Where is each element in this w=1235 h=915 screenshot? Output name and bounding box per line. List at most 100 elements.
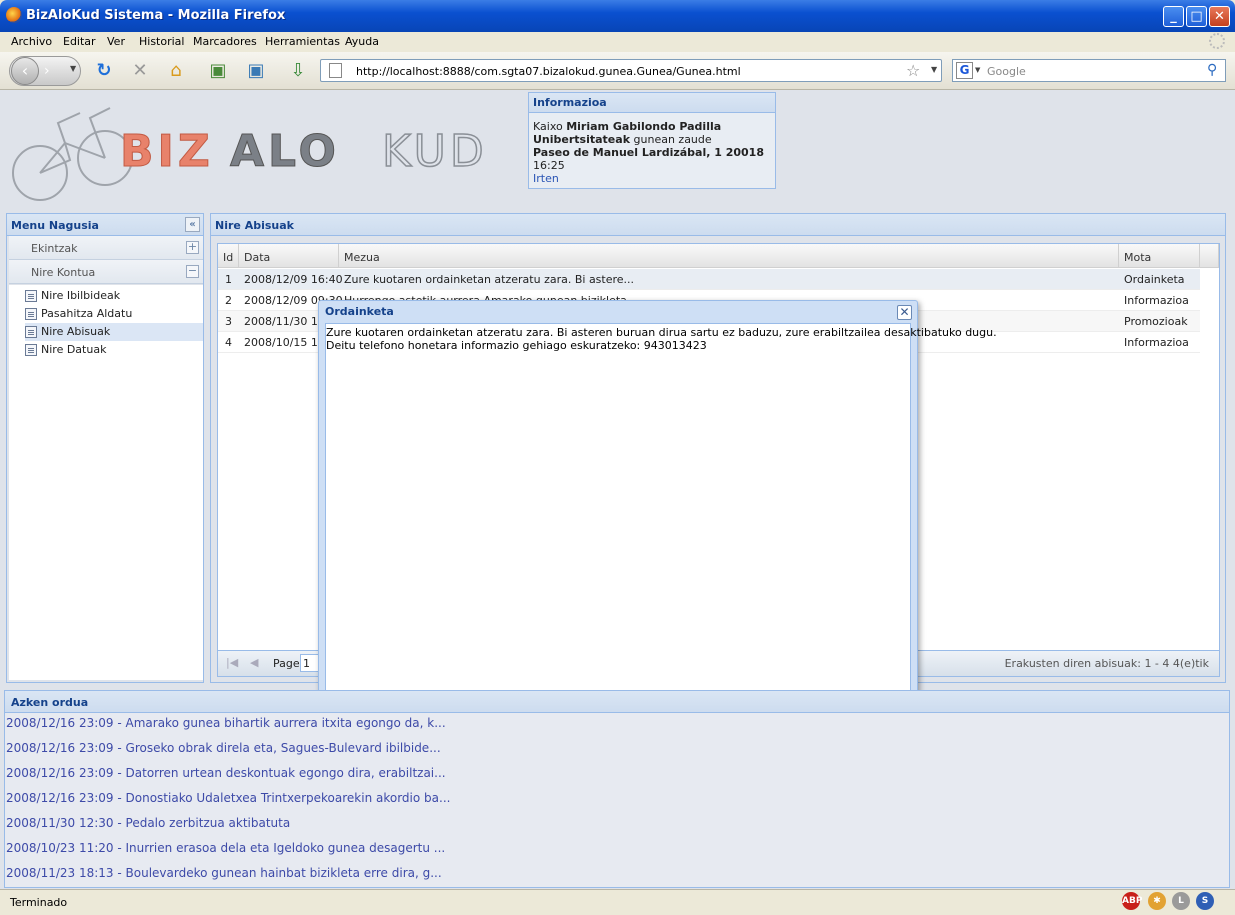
- menu-herramientas[interactable]: Herramientas: [265, 35, 340, 48]
- address-text: Paseo de Manuel Lardizábal, 1 20018: [533, 146, 764, 159]
- back-button[interactable]: ‹: [11, 57, 39, 85]
- url-bar[interactable]: http://localhost:8888/com.sgta07.bizalok…: [320, 59, 942, 82]
- expand-icon[interactable]: +: [186, 241, 199, 254]
- close-window-button[interactable]: ✕: [1209, 6, 1230, 27]
- greeting-prefix: Kaixo: [533, 120, 563, 133]
- logout-link[interactable]: Irten: [533, 172, 559, 185]
- cell-id: 3: [225, 315, 232, 328]
- sidebar-item-label: Nire Datuak: [41, 343, 107, 356]
- new-tab-icon[interactable]: ▣: [206, 59, 230, 83]
- news-item[interactable]: 2008/12/16 23:09 - Groseko obrak direla …: [6, 741, 441, 755]
- forward-button[interactable]: ›: [44, 63, 50, 79]
- window-titlebar[interactable]: BizAloKud Sistema - Mozilla Firefox _ □ …: [0, 0, 1235, 32]
- reload-icon[interactable]: ↻: [92, 59, 116, 83]
- stop-icon[interactable]: ✕: [128, 59, 152, 83]
- bookmark-star-icon[interactable]: ☆: [906, 61, 920, 80]
- dialog-body: Zure kuotaren ordainketan atzeratu zara.…: [325, 323, 997, 695]
- leaf-icon: [25, 344, 37, 356]
- svg-text:BIZ: BIZ: [120, 126, 214, 177]
- cell-id: 1: [225, 273, 232, 286]
- history-dropdown-icon[interactable]: ▼: [70, 64, 76, 73]
- google-engine-icon[interactable]: G: [956, 62, 973, 79]
- sidebar-item-nire-ibilbideak[interactable]: Nire Ibilbideak: [25, 287, 203, 305]
- menu-ver[interactable]: Ver: [107, 35, 125, 48]
- news-item[interactable]: 2008/12/16 23:09 - Amarako gunea biharti…: [6, 716, 446, 730]
- cell-date: 2008/12/09 16:40: [244, 273, 343, 286]
- new-window-icon[interactable]: ▣: [244, 59, 268, 83]
- accordion-nire-kontua[interactable]: Nire Kontua −: [9, 260, 203, 284]
- adblock-icon[interactable]: ABP: [1122, 892, 1142, 910]
- table-row[interactable]: 1 2008/12/09 16:40 Zure kuotaren ordaink…: [218, 269, 1200, 290]
- location-name: Unibertsitateak: [533, 133, 631, 146]
- news-panel-title: Azken ordua: [5, 691, 1229, 713]
- menu-bar: Archivo Editar Ver Historial Marcadores …: [0, 32, 1235, 52]
- accordion-nire-kontua-label: Nire Kontua: [31, 266, 96, 279]
- cell-type: Informazioa: [1124, 294, 1189, 307]
- home-icon[interactable]: ⌂: [164, 59, 188, 83]
- sidebar-item-pasahitza-aldatu[interactable]: Pasahitza Aldatu: [25, 305, 203, 323]
- collapse-panel-icon[interactable]: «: [185, 217, 200, 232]
- user-name: Miriam Gabilondo Padilla: [566, 120, 722, 133]
- news-item[interactable]: 2008/10/23 11:20 - Inurrien erasoa dela …: [6, 841, 445, 855]
- window-title: BizAloKud Sistema - Mozilla Firefox: [26, 8, 286, 23]
- search-input[interactable]: Google: [987, 65, 1026, 78]
- minimize-button[interactable]: _: [1163, 6, 1184, 27]
- menu-archivo[interactable]: Archivo: [11, 35, 52, 48]
- location-suffix: gunean zaude: [633, 133, 712, 146]
- dialog-close-icon[interactable]: ✕: [897, 305, 912, 320]
- bizalokud-logo: BIZ ALO KUD: [10, 98, 520, 206]
- news-item[interactable]: 2008/12/16 23:09 - Donostiako Udaletxea …: [6, 791, 450, 805]
- search-icon[interactable]: ⚲: [1207, 62, 1217, 78]
- throbber-icon: [1209, 33, 1225, 49]
- location-line: Unibertsitateak gunean zaude: [533, 133, 712, 146]
- sidebar-item-nire-abisuak[interactable]: Nire Abisuak: [25, 323, 203, 341]
- firebug-icon[interactable]: ✱: [1148, 892, 1166, 910]
- col-header-mezua[interactable]: Mezua: [339, 244, 1119, 268]
- menu-historial[interactable]: Historial: [139, 35, 184, 48]
- menu-ayuda[interactable]: Ayuda: [345, 35, 379, 48]
- url-dropdown-icon[interactable]: ▼: [931, 65, 937, 74]
- main-menu-title-text: Menu Nagusia: [11, 219, 99, 232]
- notices-panel-title: Nire Abisuak: [211, 214, 1225, 236]
- menu-marcadores[interactable]: Marcadores: [193, 35, 257, 48]
- svg-text:KUD: KUD: [382, 126, 488, 177]
- bicycle-logo-icon: BIZ ALO KUD: [12, 107, 488, 201]
- first-page-icon[interactable]: |◀: [226, 656, 238, 669]
- news-item[interactable]: 2008/12/16 23:09 - Datorren urtean desko…: [6, 766, 446, 780]
- dialog-title[interactable]: Ordainketa: [319, 301, 917, 323]
- cell-type: Promozioak: [1124, 315, 1188, 328]
- col-header-mota[interactable]: Mota: [1119, 244, 1200, 268]
- engine-dropdown-icon[interactable]: ▼: [975, 66, 980, 74]
- cell-message: Zure kuotaren ordainketan atzeratu zara.…: [344, 273, 635, 286]
- page-label: Page: [273, 657, 300, 670]
- time-text: 16:25: [533, 159, 565, 172]
- main-menu-title: Menu Nagusia «: [7, 214, 203, 236]
- cell-type: Informazioa: [1124, 336, 1189, 349]
- maximize-button[interactable]: □: [1186, 6, 1207, 27]
- greeting-line: Kaixo Miriam Gabilondo Padilla: [533, 120, 721, 133]
- sidebar-item-label: Nire Ibilbideak: [41, 289, 121, 302]
- accordion-ekintzak[interactable]: Ekintzak +: [9, 236, 203, 260]
- news-panel: Azken ordua 2008/12/16 23:09 - Amarako g…: [4, 690, 1230, 888]
- col-header-id[interactable]: Id: [218, 244, 239, 268]
- col-header-filler: [1200, 244, 1219, 268]
- info-panel-title: Informazioa: [529, 93, 775, 113]
- news-item[interactable]: 2008/11/23 18:13 - Boulevardeko gunean h…: [6, 866, 442, 880]
- col-header-data[interactable]: Data: [239, 244, 339, 268]
- prev-page-icon[interactable]: ◀: [250, 656, 258, 669]
- svg-text:ALO: ALO: [230, 126, 340, 177]
- info-panel: Informazioa Kaixo Miriam Gabilondo Padil…: [528, 92, 776, 189]
- message-dialog: Ordainketa ✕ Zure kuotaren ordainketan a…: [318, 300, 997, 700]
- collapse-icon[interactable]: −: [186, 265, 199, 278]
- leaf-icon: [25, 308, 37, 320]
- search-box[interactable]: G ▼ Google ⚲: [952, 59, 1226, 82]
- download-icon[interactable]: ⇩: [286, 59, 310, 83]
- sidebar-item-nire-datuak[interactable]: Nire Datuak: [25, 341, 203, 359]
- leaf-icon: [25, 326, 37, 338]
- display-info: Erakusten diren abisuak: 1 - 4 4(e)tik: [1004, 657, 1209, 670]
- menu-editar[interactable]: Editar: [63, 35, 96, 48]
- sidebar-item-label: Nire Abisuak: [41, 325, 111, 338]
- addon-icon[interactable]: L: [1172, 892, 1190, 910]
- skype-icon[interactable]: S: [1196, 892, 1214, 910]
- news-item[interactable]: 2008/11/30 12:30 - Pedalo zerbitzua akti…: [6, 816, 290, 830]
